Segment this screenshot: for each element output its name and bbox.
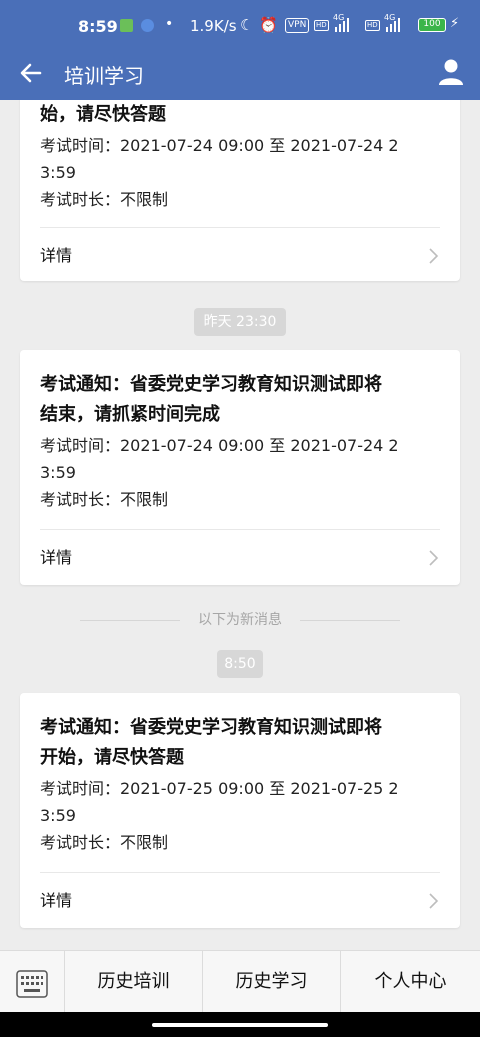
message-card: 始，请尽快答题 考试时间：2021-07-24 09:00 至 2021-07-… <box>20 100 460 281</box>
exam-duration: 考试时长：不限制 <box>40 190 169 209</box>
exam-time: 考试时间：2021-07-25 09:00 至 2021-07-25 2 3:5… <box>40 779 399 825</box>
app-notification-icon <box>141 19 154 32</box>
app-notification-icon <box>120 19 133 32</box>
arrow-left-icon[interactable] <box>16 58 46 88</box>
tab-label: 个人中心 <box>374 971 447 992</box>
message-title: 始，请尽快答题 <box>40 104 166 125</box>
page-title: 培训学习 <box>64 64 144 88</box>
detail-label: 详情 <box>40 246 73 265</box>
battery-icon: 100 <box>418 18 446 32</box>
dot-icon: • <box>165 16 174 32</box>
chevron-right-icon <box>429 893 439 909</box>
divider <box>300 620 400 621</box>
charging-icon: ⚡ <box>450 16 460 31</box>
exam-duration: 考试时长：不限制 <box>40 833 169 852</box>
home-indicator <box>0 1012 480 1037</box>
exam-time: 考试时间：2021-07-24 09:00 至 2021-07-24 2 3:5… <box>40 436 399 482</box>
new-messages-separator: 以下为新消息 <box>0 610 480 630</box>
divider <box>40 529 440 530</box>
net-speed: 1.9K/s <box>190 17 237 35</box>
timestamp-badge: 8:50 <box>217 650 263 678</box>
moon-icon: ☾ <box>240 16 254 34</box>
message-title: 考试通知：省委党史学习教育知识测试即将 结束，请抓紧时间完成 <box>40 374 382 425</box>
tab-personal-center[interactable]: 个人中心 <box>340 951 480 1013</box>
alarm-icon: ⏰ <box>259 16 278 34</box>
bottom-menu-bar: 历史培训 历史学习 个人中心 <box>0 950 480 1013</box>
new-messages-label: 以下为新消息 <box>198 612 282 628</box>
message-list[interactable]: 始，请尽快答题 考试时间：2021-07-24 09:00 至 2021-07-… <box>0 100 480 950</box>
keyboard-toggle[interactable] <box>0 951 64 1013</box>
vpn-icon: VPN <box>285 18 310 33</box>
chevron-right-icon <box>429 550 439 566</box>
tab-label: 历史培训 <box>97 971 170 992</box>
keyboard-icon <box>16 970 48 998</box>
message-card: 考试通知：省委党史学习教育知识测试即将 开始，请尽快答题 考试时间：2021-0… <box>20 693 460 928</box>
status-bar: 8:59 • 1.9K/s ☾ ⏰ VPN HD 4G HD 4G 100 ⚡ <box>0 0 480 50</box>
home-indicator-pill[interactable] <box>152 1023 328 1027</box>
signal-icon <box>384 18 400 32</box>
title-bar: 培训学习 <box>0 50 480 100</box>
user-icon[interactable] <box>438 58 464 86</box>
detail-link[interactable]: 详情 <box>40 236 445 276</box>
tab-history-training[interactable]: 历史培训 <box>64 951 202 1013</box>
tab-label: 历史学习 <box>235 971 308 992</box>
divider <box>40 872 440 873</box>
message-title: 考试通知：省委党史学习教育知识测试即将 开始，请尽快答题 <box>40 717 382 768</box>
detail-label: 详情 <box>40 548 73 567</box>
exam-duration: 考试时长：不限制 <box>40 490 169 509</box>
hd-icon: HD <box>365 20 380 31</box>
status-time: 8:59 <box>78 17 118 36</box>
divider <box>80 620 180 621</box>
detail-link[interactable]: 详情 <box>40 538 445 578</box>
hd-icon: HD <box>314 20 329 31</box>
exam-time: 考试时间：2021-07-24 09:00 至 2021-07-24 2 3:5… <box>40 136 399 182</box>
divider <box>40 227 440 228</box>
detail-label: 详情 <box>40 891 73 910</box>
detail-link[interactable]: 详情 <box>40 881 445 921</box>
message-card: 考试通知：省委党史学习教育知识测试即将 结束，请抓紧时间完成 考试时间：2021… <box>20 350 460 585</box>
timestamp-badge: 昨天 23:30 <box>194 308 286 336</box>
tab-history-study[interactable]: 历史学习 <box>202 951 340 1013</box>
chevron-right-icon <box>429 248 439 264</box>
signal-icon <box>333 18 349 32</box>
